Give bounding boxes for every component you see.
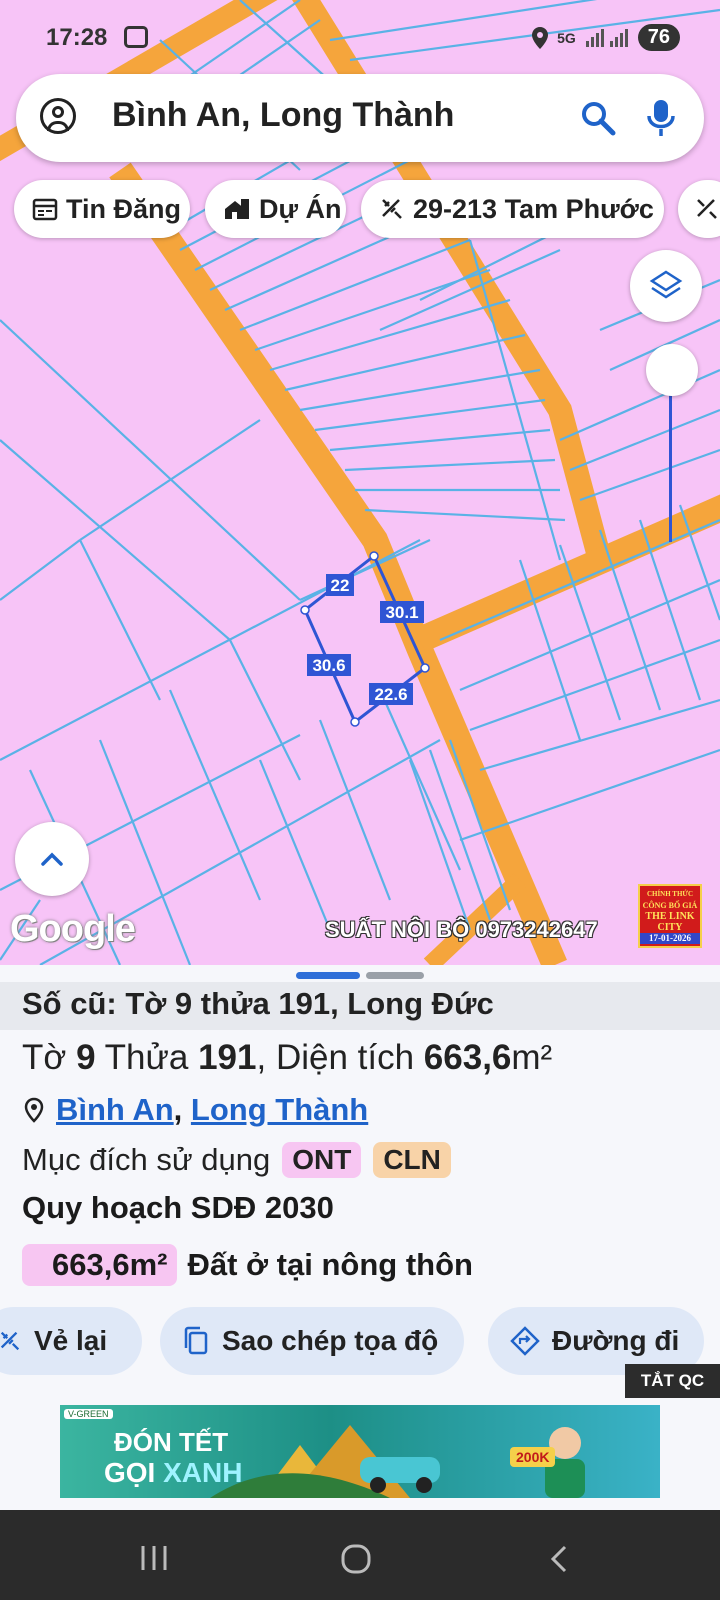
sheet-handle[interactable] <box>366 972 424 979</box>
location-pin-icon <box>24 1097 44 1123</box>
chip-du-an[interactable]: Dự Án <box>205 180 346 238</box>
opacity-slider-track[interactable] <box>669 372 672 542</box>
expand-button[interactable] <box>15 822 89 896</box>
old-reference: Số cũ: Tờ 9 thửa 191, Long Đức <box>22 986 494 1021</box>
screenshot-icon <box>124 26 148 48</box>
copy-icon <box>184 1326 208 1355</box>
plan-area-badge: 663,6m² <box>22 1244 178 1286</box>
opacity-slider-handle[interactable] <box>646 344 698 396</box>
land-use-tag-cln: CLN <box>373 1142 451 1178</box>
seal-line: THE LINK <box>645 911 695 922</box>
lot-text: Thửa <box>95 1038 199 1077</box>
ad-illustration <box>210 1425 585 1498</box>
layers-button[interactable] <box>630 250 702 322</box>
watermark-text: SUẤT NỘI BỘ 0973242647 <box>325 917 598 942</box>
seal-line: CITY <box>657 922 683 933</box>
plan-area-row: 663,6m² Đất ở tại nông thôn <box>22 1244 473 1286</box>
measure-label-top: 22 <box>331 576 350 595</box>
copy-label: Sao chép tọa độ <box>222 1325 439 1356</box>
area-unit: m² <box>511 1038 553 1077</box>
lot-text: Tờ <box>22 1038 77 1077</box>
district-link[interactable]: Long Thành <box>191 1092 368 1128</box>
chip-more[interactable] <box>678 180 720 238</box>
promo-seal[interactable]: CHÍNH THỨC CÔNG BỐ GIÁ THE LINK CITY 17-… <box>638 884 702 948</box>
ruler-icon <box>697 199 717 219</box>
seal-line: 17-01-2026 <box>640 933 700 944</box>
chip-label: Tin Đăng <box>66 193 182 224</box>
plan-area-desc: Đất ở tại nông thôn <box>187 1247 473 1282</box>
signal-icon <box>585 28 628 47</box>
land-use-row: Mục đích sử dụng ONT CLN <box>22 1142 451 1178</box>
measure-label-left: 30.6 <box>312 656 345 675</box>
measure-label-right: 30.1 <box>385 603 418 622</box>
home-icon[interactable] <box>340 1544 372 1574</box>
search-bar[interactable]: Bình An, Long Thành <box>16 74 704 162</box>
directions-label: Đường đi <box>552 1325 680 1356</box>
status-bar: 17:28 5G 76 <box>0 0 720 80</box>
seal-line: CHÍNH THỨC <box>646 890 694 898</box>
chip-label: 29-213 Tam Phước <box>413 193 654 224</box>
plan-title: Quy hoạch SDĐ 2030 <box>22 1190 334 1225</box>
calendar-icon <box>32 198 58 221</box>
parcel-area: 663,6 <box>423 1038 512 1077</box>
filter-chips: Tin Đăng Dự Án 29-213 Tam Phước <box>14 180 720 238</box>
ruler-icon <box>382 199 402 219</box>
back-icon[interactable] <box>548 1544 570 1574</box>
directions-icon <box>510 1326 540 1356</box>
chip-tam-phuoc[interactable]: 29-213 Tam Phước <box>361 180 664 238</box>
network-type: 5G <box>557 29 576 46</box>
location-icon <box>532 26 549 49</box>
search-query[interactable]: Bình An, Long Thành <box>112 96 454 135</box>
parcel-number: 191 <box>198 1038 257 1077</box>
chevron-up-icon <box>41 852 63 866</box>
lot-text: , Diện tích <box>256 1038 424 1077</box>
chip-tin-dang[interactable]: Tin Đăng <box>14 180 190 238</box>
building-icon <box>225 199 249 219</box>
microphone-icon[interactable] <box>646 98 676 138</box>
google-logo: Google <box>10 908 136 950</box>
search-icon[interactable] <box>580 100 616 136</box>
sheet-handle-active[interactable] <box>296 972 360 979</box>
action-buttons: Vẻ lại Sao chép tọa độ Đường đi <box>0 1307 720 1375</box>
redraw-button[interactable]: Vẻ lại <box>0 1307 142 1375</box>
recent-apps-icon[interactable] <box>138 1544 170 1572</box>
status-time: 17:28 <box>46 24 108 51</box>
chip-label: Dự Án <box>259 193 342 224</box>
battery-level: 76 <box>637 24 680 51</box>
land-use-tag-ont: ONT <box>282 1142 362 1178</box>
copy-coordinates-button[interactable]: Sao chép tọa độ <box>160 1307 464 1375</box>
sheet-number: 9 <box>76 1038 96 1077</box>
account-icon[interactable] <box>40 98 76 134</box>
measure-label-bottom: 22.6 <box>374 685 407 704</box>
ad-banner[interactable]: V-GREEN ĐÓN TẾT GỌI XANH 200K <box>60 1405 660 1498</box>
parcel-summary: Tờ 9 Thửa 191, Diện tích 663,6m² <box>22 1038 552 1078</box>
layers-icon <box>649 270 683 299</box>
seal-line: CÔNG BỐ GIÁ <box>642 901 698 910</box>
ad-price: 200K <box>510 1447 556 1467</box>
system-nav-bar <box>0 1510 720 1600</box>
ward-link[interactable]: Bình An <box>56 1092 174 1128</box>
ruler-icon <box>0 1331 20 1351</box>
redraw-label: Vẻ lại <box>34 1325 108 1356</box>
location-separator: , <box>173 1092 191 1127</box>
land-use-label: Mục đích sử dụng <box>22 1142 271 1177</box>
location-row: Bình An, Long Thành <box>22 1092 368 1128</box>
hide-ads-button[interactable]: TẮT QC <box>625 1364 720 1398</box>
old-reference-row: Số cũ: Tờ 9 thửa 191, Long Đức <box>0 982 720 1030</box>
